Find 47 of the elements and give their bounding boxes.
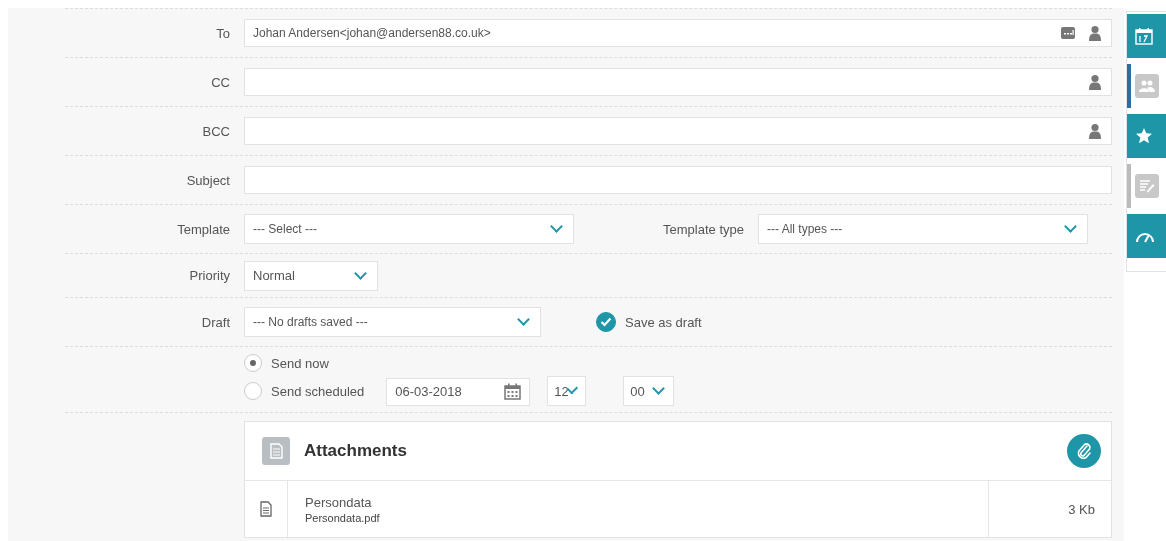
address-book-icon[interactable] <box>1061 27 1075 39</box>
checkbox[interactable] <box>596 312 616 332</box>
input-field[interactable]: Johan Andersen<johan@andersen88.co.uk> <box>244 19 1112 47</box>
file-filename: Persondata.pdf <box>305 511 381 524</box>
input-field[interactable] <box>244 68 1112 96</box>
file-icon <box>260 501 272 517</box>
check-icon <box>600 317 612 327</box>
contacts-icon <box>1135 74 1159 98</box>
input-field[interactable] <box>244 166 1112 194</box>
field-label: CC <box>210 74 231 90</box>
file-size: 3 Kb <box>1068 501 1095 517</box>
field-label: To <box>215 25 231 41</box>
side-tab[interactable] <box>1127 14 1166 58</box>
field-label: Draft <box>200 314 231 330</box>
radio-button[interactable] <box>244 354 262 372</box>
checkbox-label: Save as draft <box>625 314 702 330</box>
field-label: Priority <box>188 268 231 283</box>
field-label: Template type <box>662 221 745 237</box>
select-field[interactable]: --- All types --- <box>758 214 1088 244</box>
field-label: Template <box>176 221 231 237</box>
paperclip-icon <box>1075 442 1093 460</box>
date-field[interactable]: 06-03-2018 <box>386 377 531 406</box>
field-value: Johan Andersen<johan@andersen88.co.uk> <box>253 26 491 40</box>
side-tab[interactable] <box>1127 114 1166 158</box>
calendar-icon <box>1135 27 1153 45</box>
notes-icon <box>1135 174 1159 198</box>
attach-button[interactable] <box>1067 434 1101 468</box>
hour-select[interactable]: 12 <box>547 376 587 406</box>
person-icon[interactable] <box>1087 123 1103 139</box>
radio-button[interactable] <box>244 382 262 400</box>
file-name[interactable]: Persondata <box>305 494 988 510</box>
minute-select[interactable]: 00 <box>623 376 675 406</box>
person-icon[interactable] <box>1087 74 1103 90</box>
radio-label: Send scheduled <box>271 383 365 399</box>
select-field[interactable]: Normal <box>244 260 378 291</box>
side-tab[interactable] <box>1127 214 1166 258</box>
select-field[interactable]: --- No drafts saved --- <box>244 307 541 337</box>
person-icon[interactable] <box>1087 25 1103 41</box>
card-title: Attachments <box>304 441 407 461</box>
radio-label: Send now <box>271 355 329 371</box>
star-icon <box>1135 127 1153 145</box>
field-label: BCC <box>201 123 231 139</box>
select-field[interactable]: --- Select --- <box>244 214 574 244</box>
document-icon <box>262 437 290 465</box>
input-field[interactable] <box>244 117 1112 145</box>
field-label: Subject <box>185 172 231 188</box>
calendar-icon[interactable] <box>504 383 522 400</box>
